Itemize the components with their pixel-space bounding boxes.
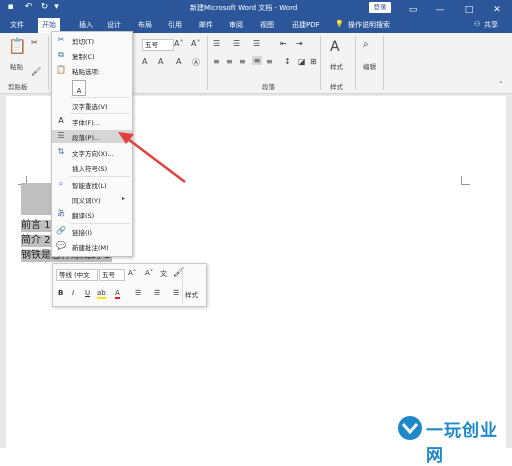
menu-item-new-comment[interactable]: 💬 新建批注(M) bbox=[52, 240, 132, 253]
superscript-icon[interactable]: A bbox=[158, 57, 163, 66]
paragraph-group-label: 段落 bbox=[262, 83, 275, 91]
red-arrow-annotation bbox=[118, 132, 186, 183]
distributed-icon[interactable]: ≡ bbox=[266, 57, 273, 66]
tab-view[interactable]: 视图 bbox=[260, 20, 274, 30]
translate-icon: あ bbox=[57, 209, 65, 218]
title-bar: ▪ ↶ ↻ ▾ 新建Microsoft Word 文档 - Word 登录 ▭ … bbox=[0, 0, 512, 17]
menu-item-reconvert[interactable]: 汉字重选(V) bbox=[52, 99, 132, 112]
margin-marker-tr bbox=[461, 176, 470, 185]
char-shading-icon[interactable]: Ⓐ bbox=[192, 57, 200, 68]
scissors-icon: ✂ bbox=[57, 35, 65, 44]
mini-toolbar: 等线 (中文 五号 A˄ A˅ 文 🖌 B I U ab A ☰ ☰ ☰ 样式 bbox=[52, 263, 207, 307]
tab-review[interactable]: 审阅 bbox=[229, 20, 243, 30]
justify-icon[interactable]: ≡ bbox=[252, 56, 262, 65]
doc-line-2[interactable]: 简介 2 bbox=[21, 235, 52, 247]
align-right-icon[interactable]: ≡ bbox=[239, 57, 246, 66]
menu-item-copy[interactable]: ⧉ 复制(C) bbox=[52, 49, 132, 62]
edit-button[interactable]: 编辑 bbox=[363, 61, 376, 71]
watermark-logo-icon bbox=[398, 416, 422, 440]
line-spacing-icon[interactable]: ☰ bbox=[173, 289, 179, 297]
align-left-icon[interactable]: ≡ bbox=[213, 57, 220, 66]
minimize-icon[interactable]: — bbox=[433, 3, 447, 17]
tab-file[interactable]: 文件 bbox=[10, 20, 24, 30]
mini-font-name[interactable]: 等线 (中文 bbox=[56, 269, 98, 281]
grow-font-icon[interactable]: A˄ bbox=[174, 39, 183, 48]
save-icon[interactable]: ▪ bbox=[6, 3, 15, 12]
paste-icon: 📋 bbox=[56, 65, 66, 74]
share-button[interactable]: 共享 bbox=[484, 20, 498, 30]
redo-icon[interactable]: ↻ bbox=[40, 3, 49, 12]
align-center-icon[interactable]: ≡ bbox=[226, 57, 233, 66]
collapse-ribbon-icon[interactable]: ˄ bbox=[499, 81, 503, 89]
close-icon[interactable]: ✕ bbox=[490, 3, 504, 17]
comment-icon: 💬 bbox=[56, 241, 66, 250]
doc-line-1[interactable]: 前言 1 bbox=[21, 220, 52, 232]
paste-keep-text-icon[interactable]: A bbox=[72, 80, 86, 96]
watermark-text: 一玩创业网 bbox=[426, 421, 498, 466]
line-spacing-icon[interactable]: ↕ bbox=[284, 57, 291, 66]
font-color-icon[interactable]: A bbox=[115, 289, 120, 299]
watermark: 一玩创业网 bbox=[390, 410, 512, 466]
tab-pdf[interactable]: 迅捷PDF bbox=[292, 20, 320, 30]
search-icon[interactable]: ⌕ bbox=[363, 39, 369, 50]
highlight-color-icon[interactable]: ab bbox=[97, 289, 106, 299]
tab-insert[interactable]: 插入 bbox=[79, 20, 93, 30]
login-button[interactable]: 登录 bbox=[369, 2, 391, 13]
italic-button[interactable]: I bbox=[72, 289, 74, 297]
lightbulb-icon: 💡 bbox=[335, 20, 344, 28]
shrink-font-icon[interactable]: A˅ bbox=[145, 269, 153, 277]
shrink-font-icon[interactable]: A˅ bbox=[191, 39, 200, 48]
paste-icon[interactable]: 📋 bbox=[8, 37, 27, 57]
multilevel-list-icon[interactable]: ☰ bbox=[253, 39, 260, 48]
window-title: 新建Microsoft Word 文档 - Word bbox=[190, 4, 298, 12]
tab-layout[interactable]: 布局 bbox=[138, 20, 152, 30]
menu-item-link[interactable]: 🔗 链接(I) bbox=[52, 225, 132, 238]
menu-item-synonyms[interactable]: 同义词(Y) ▸ bbox=[52, 193, 132, 206]
menu-item-paste-options: 📋 粘贴选项: bbox=[56, 65, 101, 76]
clipboard-group-label: 剪贴板 bbox=[8, 83, 28, 91]
format-painter-icon[interactable]: 🖌 bbox=[31, 67, 41, 76]
bold-button[interactable]: B bbox=[58, 289, 63, 297]
smart-lookup-icon: ⌕ bbox=[58, 179, 64, 188]
tab-mailings[interactable]: 邮件 bbox=[199, 20, 213, 30]
tell-me-search[interactable]: 操作说明搜索 bbox=[348, 20, 390, 30]
grow-font-icon[interactable]: A˄ bbox=[128, 269, 136, 277]
ribbon-display-icon[interactable]: ▭ bbox=[406, 3, 420, 17]
numbering-icon[interactable]: ☰ bbox=[154, 289, 160, 297]
text-direction-icon: ⇅ bbox=[57, 147, 65, 156]
decrease-indent-icon[interactable]: ⇤ bbox=[280, 39, 287, 48]
font-icon: A bbox=[58, 116, 64, 125]
mini-styles-button[interactable]: 样式 bbox=[185, 289, 198, 299]
paste-button[interactable]: 粘贴 bbox=[10, 61, 23, 71]
tab-design[interactable]: 设计 bbox=[107, 20, 121, 30]
styles-gallery-icon[interactable]: A bbox=[330, 39, 340, 55]
restore-icon[interactable]: □ bbox=[462, 3, 476, 17]
mini-font-size[interactable]: 五号 bbox=[99, 269, 125, 281]
text-effects-icon[interactable]: A bbox=[142, 57, 147, 66]
phonetic-guide-icon[interactable]: 文 bbox=[160, 269, 167, 279]
styles-group-label: 样式 bbox=[330, 83, 343, 91]
customize-quick-access-icon[interactable]: ▾ bbox=[52, 3, 61, 12]
undo-icon[interactable]: ↶ bbox=[24, 3, 33, 12]
copy-icon: ⧉ bbox=[58, 50, 64, 59]
font-size-combo[interactable]: 五号 bbox=[142, 39, 174, 51]
link-icon: 🔗 bbox=[56, 226, 66, 235]
increase-indent-icon[interactable]: ⇥ bbox=[296, 39, 303, 48]
char-border-icon[interactable]: A bbox=[176, 57, 181, 66]
tab-references[interactable]: 引用 bbox=[168, 20, 182, 30]
underline-button[interactable]: U bbox=[85, 289, 90, 297]
shading-icon[interactable]: ◪ bbox=[298, 57, 306, 66]
borders-icon[interactable]: ⊞ bbox=[310, 57, 317, 66]
menu-item-translate[interactable]: あ 翻译(S) bbox=[52, 208, 132, 221]
menu-item-cut[interactable]: ✂ 剪切(T) bbox=[52, 34, 132, 47]
numbering-icon[interactable]: ☰ bbox=[233, 39, 240, 48]
paragraph-icon: ☰ bbox=[57, 131, 65, 140]
bullets-icon[interactable]: ☰ bbox=[213, 39, 220, 48]
submenu-arrow-icon: ▸ bbox=[122, 195, 126, 202]
share-icon: ⚇ bbox=[474, 20, 481, 28]
styles-button[interactable]: 样式 bbox=[330, 61, 343, 71]
bullets-icon[interactable]: ☰ bbox=[135, 289, 141, 297]
cut-icon[interactable]: ✂ bbox=[31, 38, 38, 47]
